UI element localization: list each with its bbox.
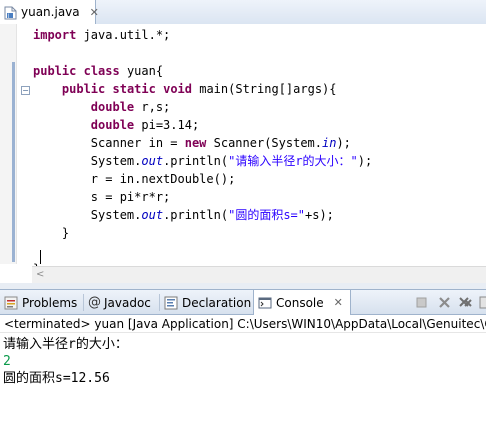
code-keyword: class bbox=[83, 64, 120, 78]
code-text: main(String[]args){ bbox=[192, 82, 337, 96]
code-text: yuan{ bbox=[119, 64, 164, 78]
code-text: System. bbox=[90, 154, 142, 168]
remove-all-icon[interactable] bbox=[458, 295, 473, 310]
problems-icon bbox=[4, 296, 18, 310]
declaration-icon bbox=[164, 296, 178, 310]
pin-icon[interactable] bbox=[478, 295, 486, 310]
code-text: r,s; bbox=[134, 100, 171, 114]
java-file-icon: J bbox=[4, 5, 17, 20]
tab-console[interactable]: Console ✕ bbox=[253, 290, 351, 315]
svg-text:J: J bbox=[7, 14, 9, 20]
code-field: out bbox=[141, 208, 164, 222]
code-text: +s); bbox=[305, 208, 334, 222]
code-line: public static void main(String[]args){ bbox=[33, 80, 372, 98]
code-field: out bbox=[141, 154, 164, 168]
remove-launch-icon[interactable] bbox=[437, 295, 452, 310]
editor-tab-bar: J yuan.java ✕ bbox=[0, 0, 486, 25]
tab-javadoc-label: Javadoc bbox=[104, 295, 151, 310]
editor-horizontal-scrollbar[interactable]: < bbox=[32, 266, 486, 283]
close-icon[interactable]: ✕ bbox=[334, 296, 343, 309]
code-text: ); bbox=[357, 154, 373, 168]
code-line: double r,s; bbox=[33, 98, 372, 116]
code-text: r = in.nextDouble(); bbox=[90, 172, 236, 186]
console-user-input: 2 bbox=[3, 354, 11, 369]
code-text: Scanner(System. bbox=[206, 136, 322, 150]
change-bar bbox=[12, 62, 15, 262]
code-editor[interactable]: − import java.util.*; public class yuan{ … bbox=[0, 24, 486, 276]
scroll-left-arrow-icon[interactable]: < bbox=[36, 269, 44, 280]
console-output[interactable]: 请输入半径r的大小： 2 圆的面积s=12.56 bbox=[3, 336, 128, 387]
code-line: import java.util.*; bbox=[33, 26, 372, 44]
code-lines: import java.util.*; public class yuan{ pu… bbox=[33, 26, 372, 278]
code-line: double pi=3.14; bbox=[33, 116, 372, 134]
code-keyword: double bbox=[90, 100, 135, 114]
tab-javadoc[interactable]: @ Javadoc bbox=[88, 290, 151, 315]
code-text: java.util.*; bbox=[76, 28, 171, 42]
code-text: s = pi*r*r; bbox=[90, 190, 171, 204]
code-line: public class yuan{ bbox=[33, 62, 372, 80]
console-icon bbox=[258, 296, 272, 310]
text-cursor bbox=[40, 250, 41, 264]
fold-collapse-icon[interactable]: − bbox=[21, 86, 30, 95]
editor-ruler bbox=[0, 24, 17, 264]
code-keyword: double bbox=[90, 118, 135, 132]
tab-problems-label: Problems bbox=[22, 295, 78, 310]
code-text: .println( bbox=[163, 154, 229, 168]
editor-tab-label: yuan.java bbox=[21, 5, 80, 19]
code-line: r = in.nextDouble(); bbox=[33, 170, 372, 188]
tab-separator bbox=[83, 294, 84, 311]
tab-separator bbox=[159, 294, 160, 311]
code-line: System.out.println("请输入半径r的大小："); bbox=[33, 152, 372, 170]
code-keyword: public bbox=[61, 82, 106, 96]
code-keyword: import bbox=[33, 28, 77, 42]
tab-declaration[interactable]: Declaration bbox=[164, 290, 251, 315]
console-output-line: 请输入半径r的大小： bbox=[3, 337, 128, 352]
code-line: } bbox=[33, 224, 372, 242]
tab-problems[interactable]: Problems bbox=[4, 290, 77, 315]
code-text: Scanner in = bbox=[90, 136, 185, 150]
code-line: Scanner in = new Scanner(System.in); bbox=[33, 134, 372, 152]
code-keyword: void bbox=[163, 82, 192, 96]
close-icon[interactable]: ✕ bbox=[90, 6, 99, 19]
console-process-header: <terminated> yuan [Java Application] C:\… bbox=[0, 315, 486, 333]
bottom-view-tab-bar: Problems @ Javadoc Declaration Console ✕ bbox=[0, 289, 486, 315]
tab-console-label: Console bbox=[276, 295, 324, 310]
code-text: } bbox=[61, 226, 70, 240]
at-icon: @ bbox=[88, 294, 101, 310]
console-output-line: 圆的面积s=12.56 bbox=[3, 371, 110, 386]
code-line: System.out.println("圆的面积s="+s); bbox=[33, 206, 372, 224]
code-text: System. bbox=[90, 208, 142, 222]
editor-tab-yuan-java[interactable]: J yuan.java ✕ bbox=[0, 0, 99, 24]
code-text: pi=3.14; bbox=[134, 118, 200, 132]
code-keyword: static bbox=[112, 82, 156, 96]
code-text: .println( bbox=[163, 208, 229, 222]
code-field: in bbox=[322, 136, 337, 150]
tab-declaration-label: Declaration bbox=[182, 295, 252, 310]
code-keyword: public bbox=[33, 64, 77, 78]
code-string: "圆的面积s=" bbox=[228, 208, 305, 222]
code-line: s = pi*r*r; bbox=[33, 188, 372, 206]
code-keyword: new bbox=[184, 136, 207, 150]
code-text: ); bbox=[336, 136, 351, 150]
terminate-icon[interactable] bbox=[414, 295, 429, 310]
code-string: "请输入半径r的大小：" bbox=[228, 154, 358, 168]
